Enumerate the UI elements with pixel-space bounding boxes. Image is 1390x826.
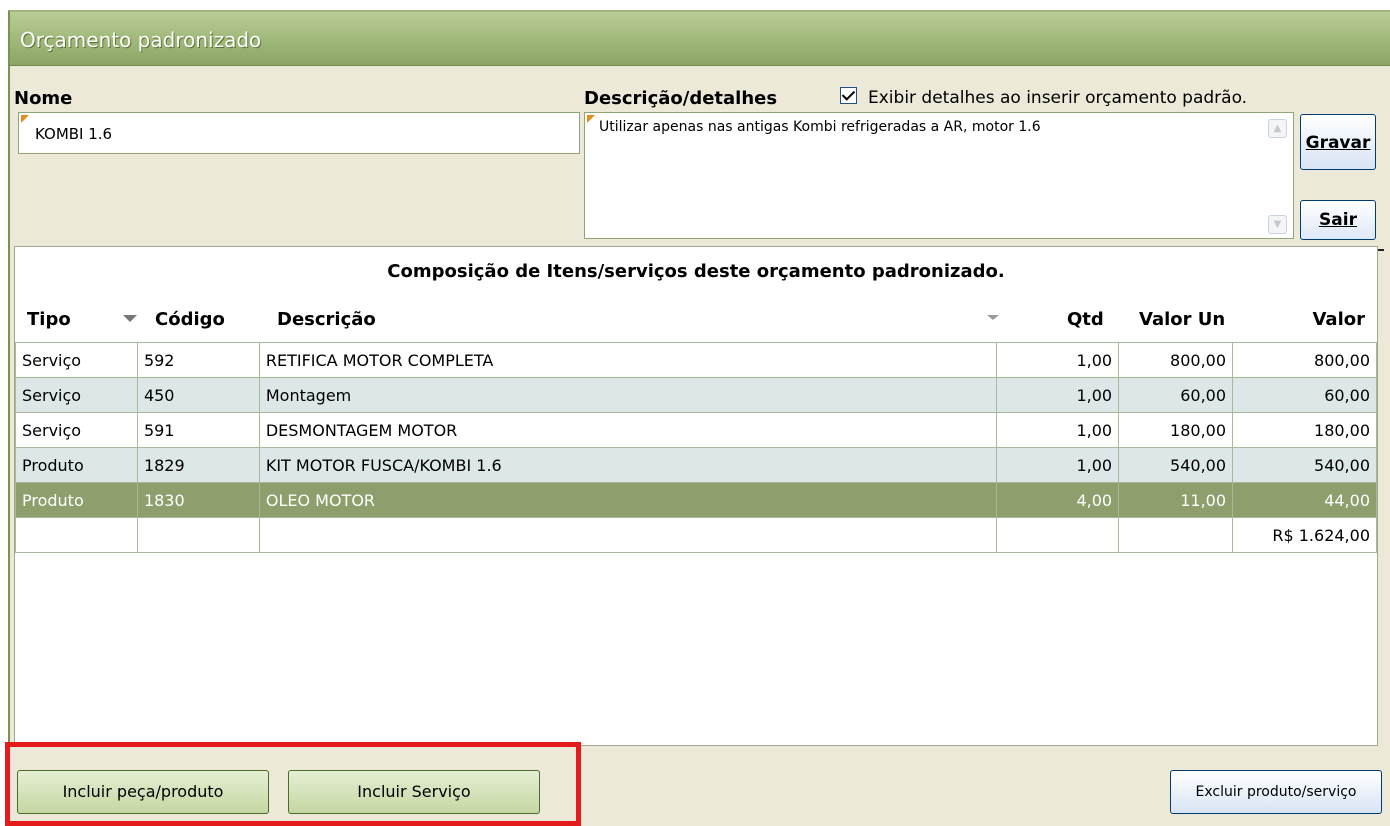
col-header-tipo[interactable]: Tipo xyxy=(27,309,71,330)
cell-codigo: 450 xyxy=(136,377,260,413)
col-header-valor-un[interactable]: Valor Un xyxy=(1139,309,1225,330)
cell-codigo: 592 xyxy=(136,342,260,378)
scroll-up-icon[interactable]: ▲ xyxy=(1268,119,1287,138)
nome-value: KOMBI 1.6 xyxy=(35,125,113,143)
empty-cell xyxy=(1118,517,1234,553)
empty-cell xyxy=(258,517,998,553)
exibir-detalhes-label[interactable]: Exibir detalhes ao inserir orçamento pad… xyxy=(868,88,1247,108)
cell-valor: 800,00 xyxy=(1232,342,1377,378)
exibir-detalhes-checkbox[interactable] xyxy=(840,87,857,104)
empty-cell xyxy=(136,517,260,553)
col-header-descricao[interactable]: Descrição xyxy=(277,309,376,330)
cell-descricao: KIT MOTOR FUSCA/KOMBI 1.6 xyxy=(258,447,998,483)
descricao-value: Utilizar apenas nas antigas Kombi refrig… xyxy=(599,119,1041,135)
col-header-codigo[interactable]: Código xyxy=(155,309,225,330)
cell-valor-un: 180,00 xyxy=(1118,412,1234,448)
cell-valor-un: 800,00 xyxy=(1118,342,1234,378)
cell-valor-un: 540,00 xyxy=(1118,447,1234,483)
table-row[interactable]: Serviço 592 RETIFICA MOTOR COMPLETA 1,00… xyxy=(15,342,1377,378)
descricao-textarea[interactable]: Utilizar apenas nas antigas Kombi refrig… xyxy=(584,112,1294,239)
empty-cell xyxy=(15,517,138,553)
cell-qtd: 1,00 xyxy=(996,342,1120,378)
col-header-qtd[interactable]: Qtd xyxy=(1067,309,1104,330)
gravar-label: Gravar xyxy=(1305,133,1371,153)
cell-codigo: 591 xyxy=(136,412,260,448)
cell-descricao: RETIFICA MOTOR COMPLETA xyxy=(258,342,998,378)
cell-valor-un: 11,00 xyxy=(1118,482,1234,518)
cell-tipo: Serviço xyxy=(15,412,138,448)
cell-valor: 540,00 xyxy=(1232,447,1377,483)
cell-qtd: 1,00 xyxy=(996,412,1120,448)
required-marker-icon xyxy=(587,115,595,123)
table-row[interactable]: Serviço 450 Montagem 1,00 60,00 60,00 xyxy=(15,377,1377,413)
cell-tipo: Produto xyxy=(15,447,138,483)
total-value: R$ 1.624,00 xyxy=(1232,517,1377,553)
total-row: R$ 1.624,00 xyxy=(15,517,1377,553)
cell-descricao: DESMONTAGEM MOTOR xyxy=(258,412,998,448)
sort-down-icon[interactable] xyxy=(123,315,137,322)
cell-descricao: OLEO MOTOR xyxy=(258,482,998,518)
table-row[interactable]: Serviço 591 DESMONTAGEM MOTOR 1,00 180,0… xyxy=(15,412,1377,448)
scroll-down-icon[interactable]: ▼ xyxy=(1268,215,1287,234)
itens-grid: Composição de Itens/serviços deste orçam… xyxy=(14,246,1378,746)
excluir-produto-servico-button[interactable]: Excluir produto/serviço xyxy=(1170,770,1382,814)
cell-codigo: 1830 xyxy=(136,482,260,518)
cell-descricao: Montagem xyxy=(258,377,998,413)
sair-label: Sair xyxy=(1319,210,1357,230)
cell-codigo: 1829 xyxy=(136,447,260,483)
table-row[interactable]: Produto 1829 KIT MOTOR FUSCA/KOMBI 1.6 1… xyxy=(15,447,1377,483)
sair-button[interactable]: Sair xyxy=(1300,200,1376,240)
cell-tipo: Serviço xyxy=(15,342,138,378)
cell-qtd: 4,00 xyxy=(996,482,1120,518)
required-marker-icon xyxy=(21,115,29,123)
cell-valor: 180,00 xyxy=(1232,412,1377,448)
cell-qtd: 1,00 xyxy=(996,447,1120,483)
gravar-button[interactable]: Gravar xyxy=(1300,114,1376,170)
col-header-valor[interactable]: Valor xyxy=(1312,309,1365,330)
itens-table: Serviço 592 RETIFICA MOTOR COMPLETA 1,00… xyxy=(15,342,1377,553)
window-titlebar: Orçamento padronizado xyxy=(10,12,1390,66)
cell-tipo: Serviço xyxy=(15,377,138,413)
nome-input[interactable]: KOMBI 1.6 xyxy=(18,112,580,154)
cell-valor: 44,00 xyxy=(1232,482,1377,518)
highlight-box xyxy=(5,742,581,826)
cell-valor: 60,00 xyxy=(1232,377,1377,413)
dropdown-icon[interactable] xyxy=(987,315,999,320)
empty-cell xyxy=(996,517,1120,553)
cell-tipo: Produto xyxy=(15,482,138,518)
nome-label: Nome xyxy=(14,88,73,109)
cell-valor-un: 60,00 xyxy=(1118,377,1234,413)
table-row-selected[interactable]: Produto 1830 OLEO MOTOR 4,00 11,00 44,00 xyxy=(15,482,1377,518)
descricao-label: Descrição/detalhes xyxy=(584,88,778,109)
cell-qtd: 1,00 xyxy=(996,377,1120,413)
window-title: Orçamento padronizado xyxy=(20,28,262,52)
grid-title: Composição de Itens/serviços deste orçam… xyxy=(387,261,1005,282)
